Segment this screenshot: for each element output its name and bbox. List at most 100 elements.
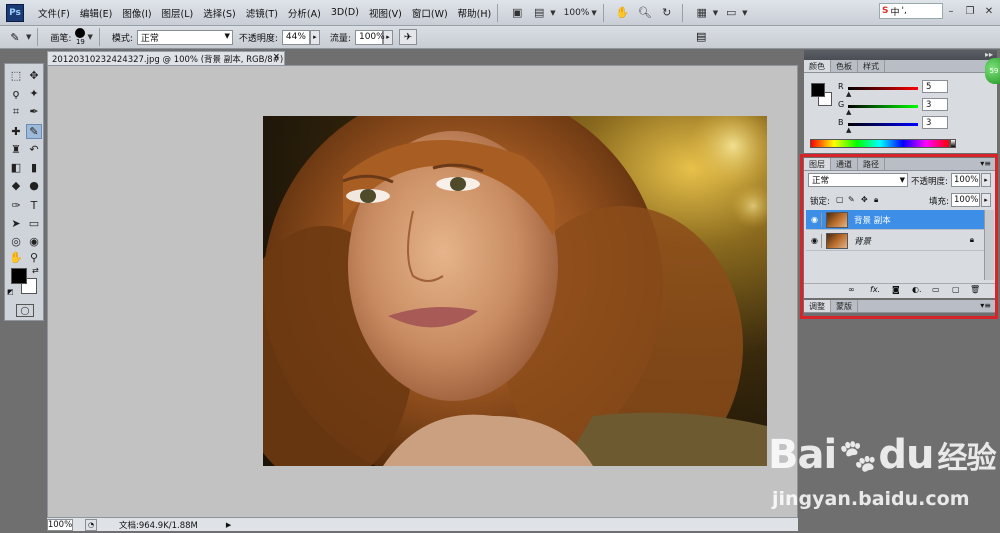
layer-opacity-slider-button[interactable]: ▸ [981,173,991,187]
3d-rotate-tool-icon[interactable]: ◎ [8,234,24,249]
dodge-tool-icon[interactable]: ● [26,178,42,193]
swap-colors-icon[interactable]: ⇄ [32,266,39,275]
move-tool-icon[interactable]: ✥ [26,68,42,83]
black-white-ramp[interactable] [950,139,956,148]
panel-menu-icon[interactable]: ▾≡ [980,301,991,310]
chevron-down-icon[interactable]: ▼ [26,33,31,41]
b-slider-thumb[interactable]: ▲ [846,126,851,134]
magic-wand-tool-icon[interactable]: ✦ [26,86,42,101]
minimize-icon[interactable]: – [942,4,960,18]
default-colors-icon[interactable]: ◩ [7,288,14,296]
g-input[interactable]: 3 [922,98,948,111]
chevron-down-icon[interactable]: ▼ [591,9,596,17]
fx-icon[interactable]: fx. [870,285,880,294]
brush-size-picker[interactable]: 19 [75,28,86,46]
new-layer-icon[interactable]: ▢ [952,285,960,294]
group-icon[interactable]: ▭ [932,285,940,294]
crop-tool-icon[interactable]: ⌗ [8,104,24,119]
flow-input[interactable]: 100% [354,29,385,45]
eraser-tool-icon[interactable]: ◧ [8,160,24,175]
menu-file[interactable]: 文件(F) [38,6,70,20]
g-slider-thumb[interactable]: ▲ [846,108,851,116]
status-zoom-input[interactable]: 100% [47,518,73,531]
airbrush-icon[interactable]: ✈ [398,29,417,45]
menu-layer[interactable]: 图层(L) [162,6,194,20]
floating-helper-button[interactable]: 59 [985,58,1000,84]
mode-select[interactable]: 正常 ▼ [136,29,233,45]
document-image[interactable] [263,116,767,466]
ime-indicator[interactable]: S 中 ', [879,3,943,19]
clone-stamp-tool-icon[interactable]: ♜ [8,142,24,157]
close-icon[interactable]: ✕ [980,4,998,18]
screen-mode-icon[interactable]: ▭ [722,5,740,21]
tab-styles[interactable]: 样式 [858,60,885,72]
tab-masks[interactable]: 蒙版 [831,300,858,312]
b-input[interactable]: 3 [922,116,948,129]
link-icon[interactable]: ∞ [848,285,855,294]
healing-brush-tool-icon[interactable]: ✚ [8,124,24,139]
r-slider-thumb[interactable]: ▲ [846,90,851,98]
adjustment-icon[interactable]: ◐. [912,285,922,294]
layer-opacity-input[interactable]: 100% [951,173,980,187]
layers-scrollbar[interactable] [984,210,994,280]
hand-tool-icon[interactable]: ✋ [614,5,632,21]
hand-tool-icon[interactable]: ✋ [8,250,24,265]
tab-color[interactable]: 颜色 [804,60,831,72]
lock-all-icon[interactable]: 🔒︎ [874,195,878,205]
gradient-tool-icon[interactable]: ▮ [26,160,42,175]
r-input[interactable]: 5 [922,80,948,93]
foreground-color-swatch[interactable] [11,268,27,284]
visibility-eye-icon[interactable]: ◉ [808,233,822,248]
layout-icon[interactable]: ▤ [530,5,548,21]
lock-pixels-icon[interactable]: ✎ [848,195,855,204]
r-slider[interactable] [848,87,918,90]
arrange-documents-icon[interactable]: ▦ [693,5,711,21]
mask-icon[interactable]: ◙ [892,285,900,294]
menu-analysis[interactable]: 分析(A) [288,6,321,20]
tablet-pressure-icon[interactable]: ▤ [696,30,706,43]
tab-layers[interactable]: 图层 [804,158,831,170]
tab-swatches[interactable]: 色板 [831,60,858,72]
blend-mode-select[interactable]: 正常 ▼ [808,173,908,187]
close-icon[interactable]: × [272,52,280,62]
brush-tool-icon[interactable]: ✎ [26,124,42,139]
3d-orbit-tool-icon[interactable]: ◉ [26,234,42,249]
b-slider[interactable] [848,123,918,126]
tab-paths[interactable]: 路径 [858,158,885,170]
menu-help[interactable]: 帮助(H) [458,6,492,20]
panel-menu-icon[interactable]: ▾≡ [980,159,991,168]
zoom-level-dropdown[interactable]: 100% [564,8,590,18]
opacity-slider-button[interactable]: ▸ [309,29,320,45]
trash-icon[interactable]: 🗑︎ [970,285,980,294]
menu-select[interactable]: 选择(S) [203,6,235,20]
chevron-down-icon[interactable]: ▼ [742,9,747,17]
document-tab[interactable]: 20120310232424327.jpg @ 100% (背景 副本, RGB… [47,51,285,65]
menu-edit[interactable]: 编辑(E) [80,6,112,20]
chevron-down-icon[interactable]: ▼ [550,9,555,17]
eyedropper-tool-icon[interactable]: ✒ [26,104,42,119]
quick-mask-icon[interactable]: ◯ [16,304,34,317]
menu-filter[interactable]: 滤镜(T) [246,6,278,20]
photoshop-logo[interactable]: Ps [6,3,24,22]
history-brush-tool-icon[interactable]: ↶ [26,142,42,157]
restore-icon[interactable]: ❐ [961,4,979,18]
marquee-tool-icon[interactable]: ⬚ [8,68,24,83]
brush-preset-icon[interactable]: ✎ [6,29,24,45]
opacity-input[interactable]: 44% [281,29,310,45]
menu-view[interactable]: 视图(V) [369,6,402,20]
visibility-eye-icon[interactable]: ◉ [808,212,822,227]
path-selection-tool-icon[interactable]: ➤ [8,216,24,231]
lock-transparency-icon[interactable]: ▢ [836,195,844,204]
tab-adjustments[interactable]: 调整 [804,300,831,312]
zoom-tool-icon[interactable]: ⚲ [26,250,42,265]
color-spectrum-bar[interactable] [810,139,950,148]
fill-input[interactable]: 100% [951,193,980,207]
status-menu-arrow-icon[interactable]: ▶ [226,521,231,529]
fill-slider-button[interactable]: ▸ [981,193,991,207]
menu-image[interactable]: 图像(I) [122,6,151,20]
pen-tool-icon[interactable]: ✑ [8,198,24,213]
zoom-tool-icon[interactable]: 🔍︎ [636,5,654,21]
tab-channels[interactable]: 通道 [831,158,858,170]
blur-tool-icon[interactable]: ◆ [8,178,24,193]
lasso-tool-icon[interactable]: ϙ [8,86,24,101]
